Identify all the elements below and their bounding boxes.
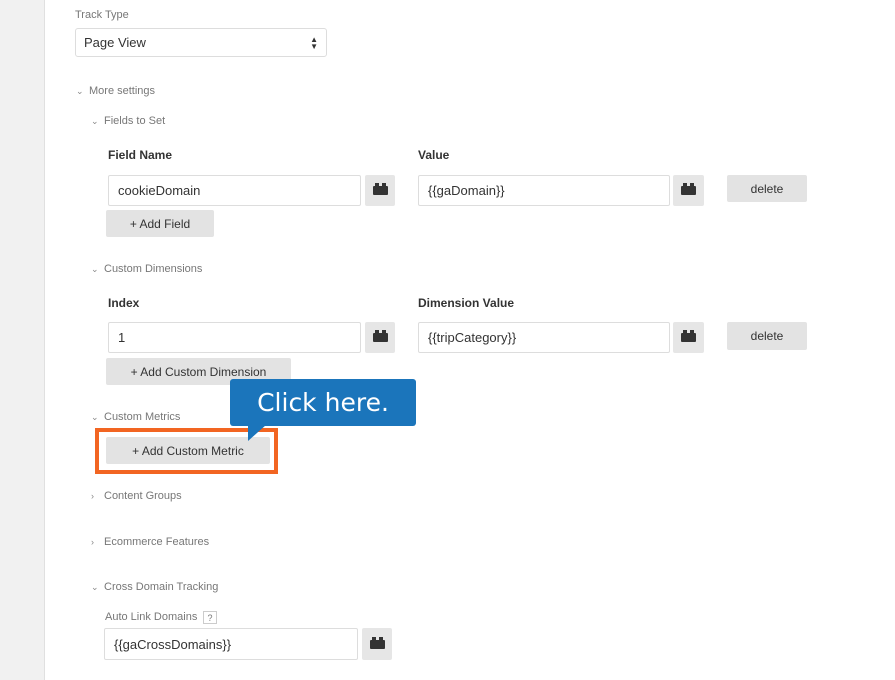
dimension-value-header: Dimension Value	[418, 296, 515, 310]
variable-picker-button[interactable]	[365, 322, 395, 353]
chevron-down-icon: ⌄	[91, 263, 99, 274]
chevron-right-icon: ›	[91, 491, 94, 501]
track-type-select[interactable]: Page View ▲ ▼	[75, 28, 327, 57]
lego-brick-icon	[372, 183, 388, 195]
lego-brick-icon	[681, 183, 696, 195]
custom-dimensions-toggle[interactable]: ⌄ Custom Dimensions	[91, 263, 202, 275]
fields-to-set-label: Fields to Set	[104, 115, 166, 127]
more-settings-toggle[interactable]: ⌄ More settings	[76, 85, 155, 97]
variable-picker-button[interactable]	[673, 175, 704, 206]
more-settings-label: More settings	[89, 85, 156, 97]
chevron-right-icon: ›	[91, 537, 94, 547]
track-type-label: Track Type	[75, 9, 129, 21]
delete-field-button[interactable]: delete	[727, 175, 807, 202]
variable-picker-button[interactable]	[365, 175, 395, 206]
track-type-value: Page View	[84, 35, 146, 50]
auto-link-domains-input[interactable]: {{gaCrossDomains}}	[104, 628, 358, 660]
custom-dimensions-label: Custom Dimensions	[104, 263, 203, 275]
add-custom-metric-button[interactable]: + Add Custom Metric	[106, 437, 270, 464]
lego-brick-icon	[369, 636, 385, 649]
custom-metrics-toggle[interactable]: ⌄ Custom Metrics	[91, 411, 180, 423]
cross-domain-toggle[interactable]: ⌄ Cross Domain Tracking	[91, 581, 218, 593]
ecommerce-features-label: Ecommerce Features	[104, 536, 210, 548]
field-name-header: Field Name	[108, 148, 173, 162]
callout-tooltip: Click here.	[230, 379, 416, 426]
dimension-index-input[interactable]: 1	[108, 322, 361, 353]
lego-brick-icon	[372, 330, 388, 342]
cross-domain-label: Cross Domain Tracking	[104, 581, 219, 593]
left-sidebar	[0, 0, 45, 680]
custom-metrics-label: Custom Metrics	[104, 411, 181, 423]
content-groups-toggle[interactable]: › Content Groups	[91, 490, 182, 502]
chevron-down-icon: ⌄	[91, 581, 99, 592]
index-header: Index	[108, 296, 140, 310]
lego-brick-icon	[681, 330, 696, 342]
field-name-input[interactable]: cookieDomain	[108, 175, 361, 206]
variable-picker-button[interactable]	[673, 322, 704, 353]
fields-to-set-toggle[interactable]: ⌄ Fields to Set	[91, 115, 165, 127]
dimension-value-input[interactable]: {{tripCategory}}	[418, 322, 670, 353]
callout-pointer	[248, 425, 266, 441]
ecommerce-features-toggle[interactable]: › Ecommerce Features	[91, 536, 209, 548]
chevron-down-icon: ⌄	[91, 115, 99, 126]
select-arrows-icon: ▲ ▼	[310, 34, 318, 51]
help-icon[interactable]: ?	[203, 611, 217, 624]
field-value-input[interactable]: {{gaDomain}}	[418, 175, 670, 206]
delete-dimension-button[interactable]: delete	[727, 322, 807, 350]
content-groups-label: Content Groups	[104, 490, 182, 502]
value-header: Value	[418, 148, 450, 162]
chevron-down-icon: ⌄	[91, 411, 99, 422]
add-field-button[interactable]: + Add Field	[106, 210, 214, 237]
variable-picker-button[interactable]	[362, 628, 392, 660]
chevron-down-icon: ⌄	[76, 85, 84, 96]
auto-link-domains-label: Auto Link Domains	[105, 611, 198, 623]
